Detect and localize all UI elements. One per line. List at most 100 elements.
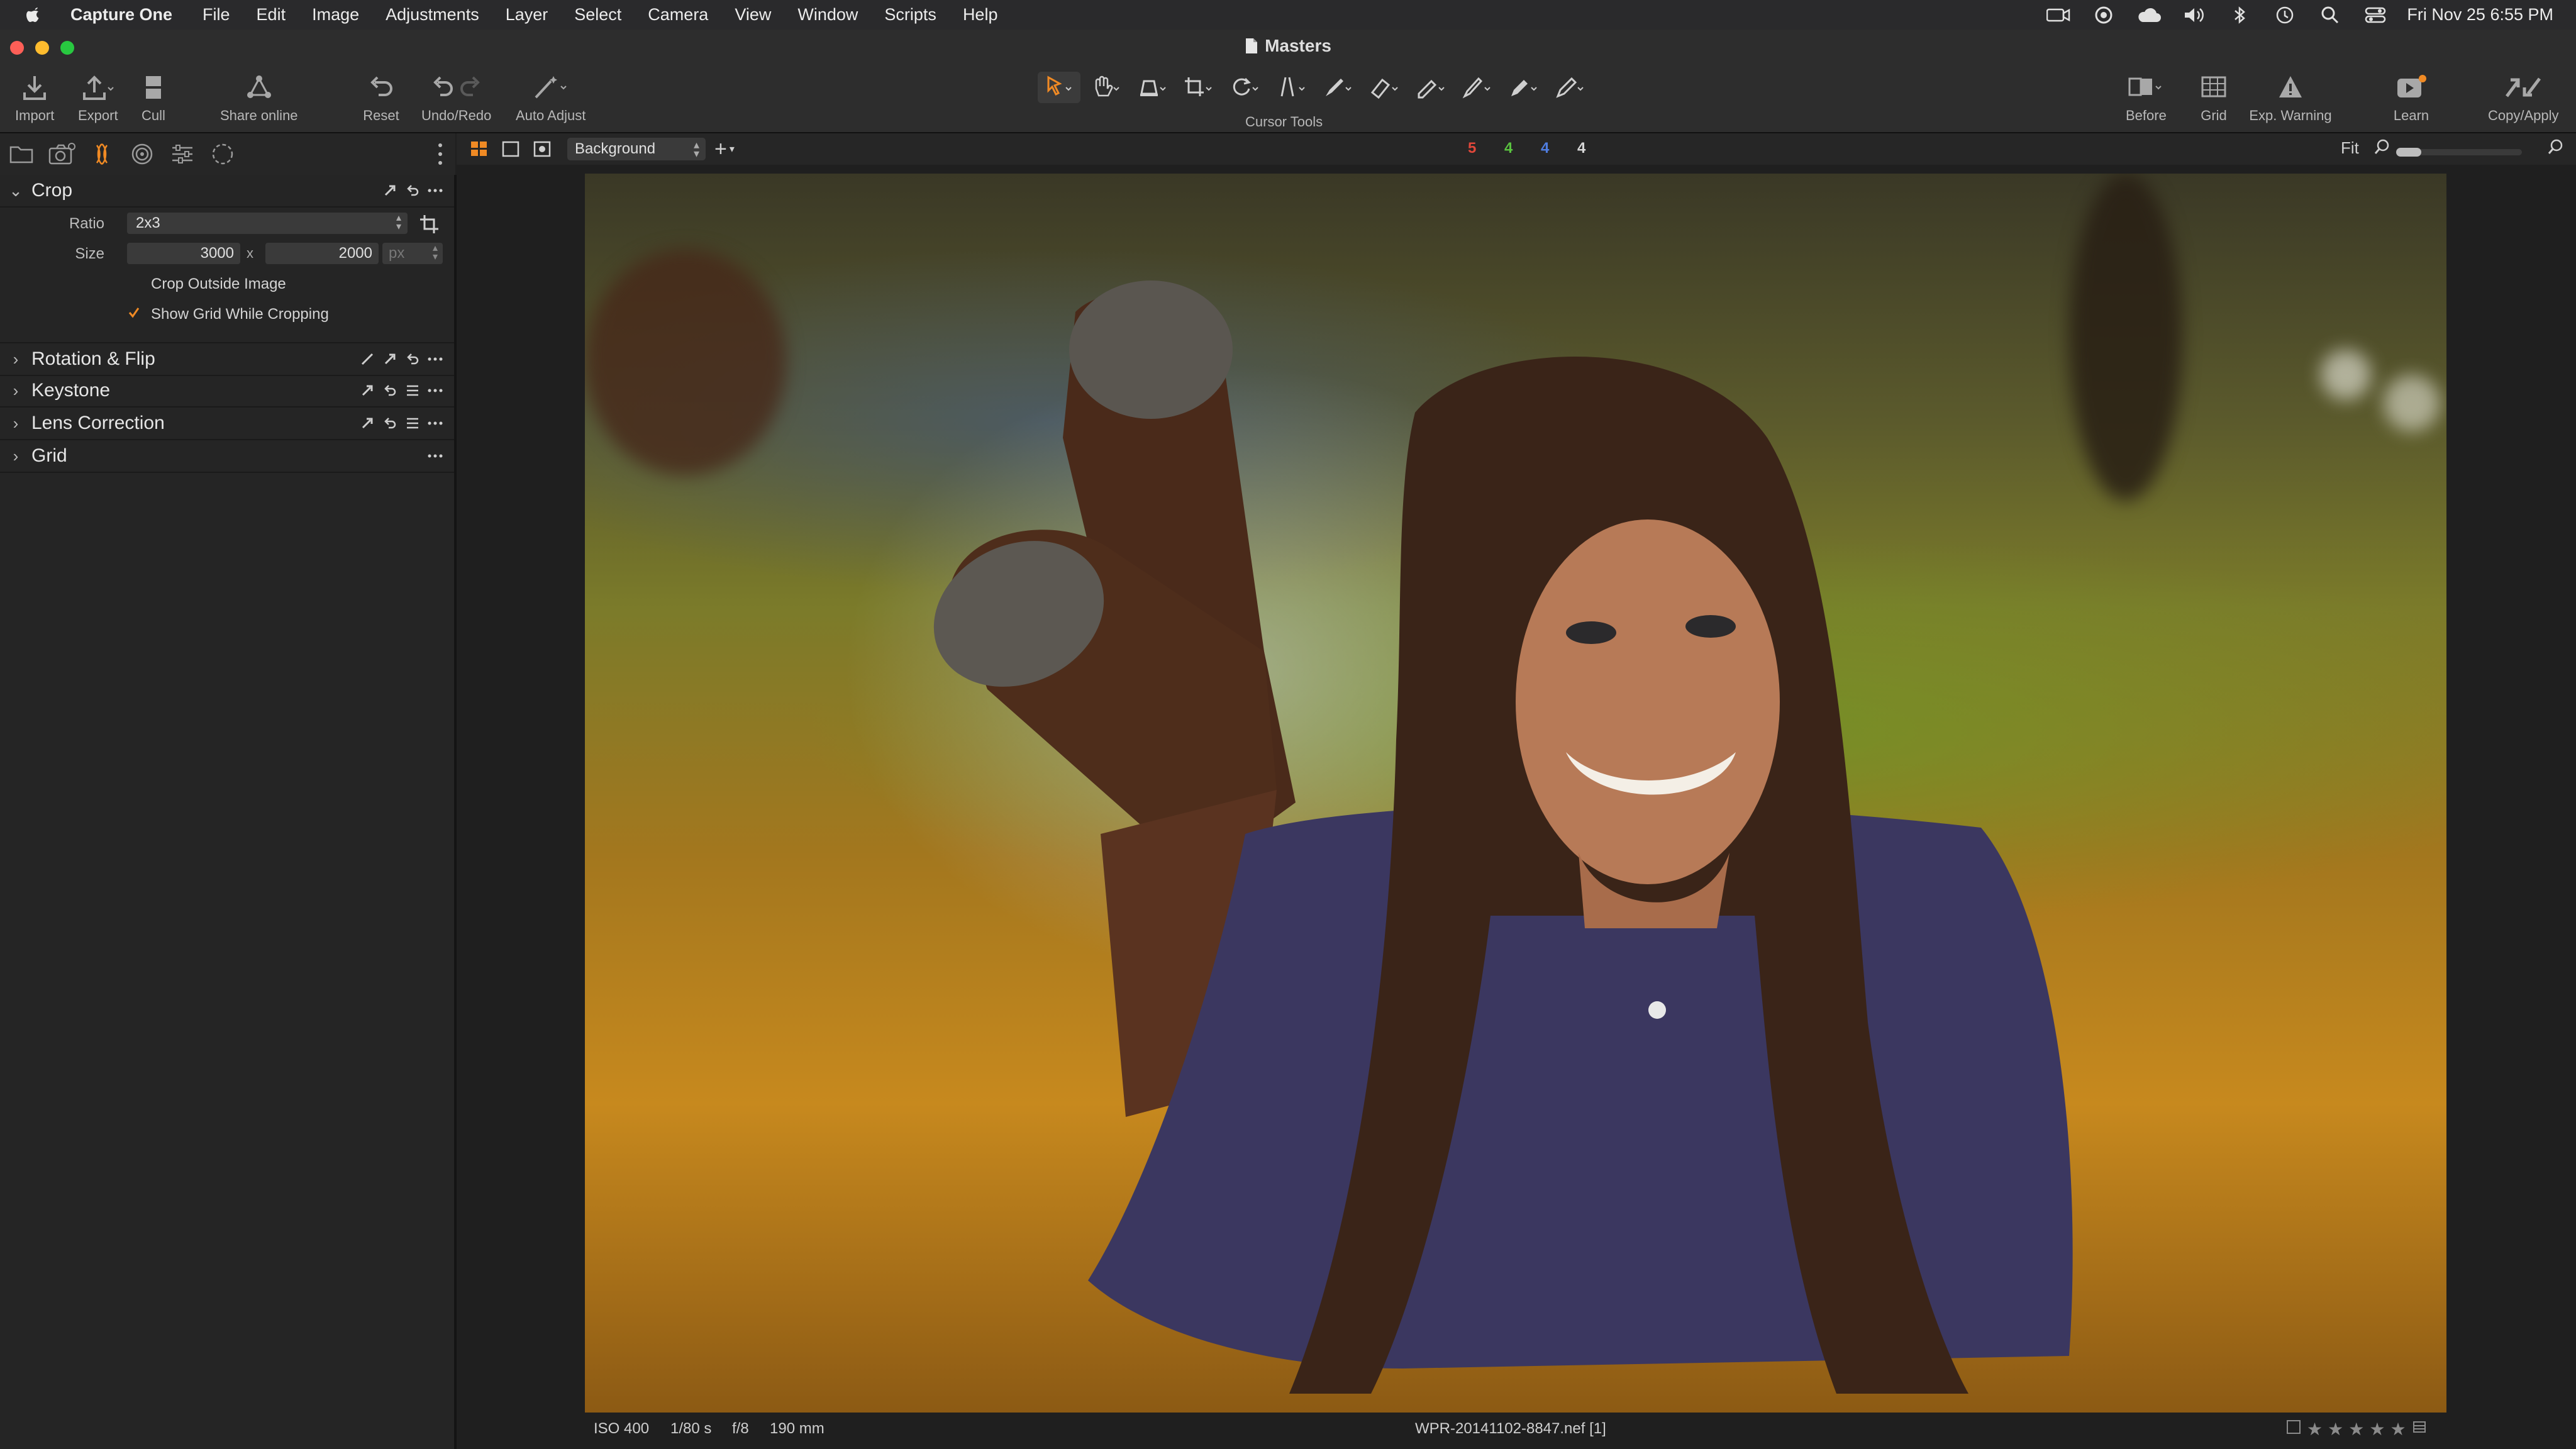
tab-adjustments[interactable] <box>204 136 242 172</box>
reset-button[interactable]: Reset <box>362 70 400 124</box>
keystone-section-header[interactable]: › Keystone <box>0 375 454 408</box>
keystone-cursor-tool[interactable] <box>1270 72 1313 103</box>
tab-library[interactable] <box>3 136 40 172</box>
camera-status-icon[interactable] <box>2045 4 2072 26</box>
menu-scripts[interactable]: Scripts <box>884 5 936 25</box>
unit-select[interactable]: px ▴ ▾ <box>382 243 443 264</box>
control-center-icon[interactable] <box>2362 4 2389 26</box>
crop-more-icon[interactable] <box>428 183 443 198</box>
zoom-fit-label[interactable]: Fit <box>2341 138 2359 158</box>
zoom-out-icon[interactable] <box>2373 138 2391 159</box>
spotlight-search-icon[interactable] <box>2316 4 2344 26</box>
add-layer-button[interactable]: + ▾ <box>714 137 735 162</box>
menu-layer[interactable]: Layer <box>506 5 548 25</box>
crop-mask-cursor-tool[interactable] <box>1131 72 1174 103</box>
color-tag-icon[interactable] <box>2285 1419 2302 1440</box>
multi-view-toggle[interactable] <box>465 136 493 162</box>
zoom-slider[interactable] <box>2396 148 2522 157</box>
rating-star-1[interactable]: ★ <box>2307 1419 2323 1440</box>
rotation-more-icon[interactable] <box>428 352 443 367</box>
undo-redo-button[interactable]: Undo/Redo <box>421 70 491 124</box>
crop-reset-icon[interactable] <box>405 183 420 198</box>
menu-select[interactable]: Select <box>574 5 621 25</box>
chevron-right-icon[interactable]: › <box>5 447 26 466</box>
zoom-in-icon[interactable] <box>2547 138 2565 159</box>
color-picker-cursor-tool[interactable] <box>1502 72 1545 103</box>
tab-lens-crop[interactable] <box>83 136 121 172</box>
rotation-reset-icon[interactable] <box>405 352 420 367</box>
keystone-more-icon[interactable] <box>428 383 443 398</box>
menu-adjustments[interactable]: Adjustments <box>386 5 479 25</box>
menu-file[interactable]: File <box>203 5 230 25</box>
lens-reset-icon[interactable] <box>382 416 397 431</box>
lens-correction-section-header[interactable]: › Lens Correction <box>0 408 454 440</box>
crop-width-input[interactable]: 3000 <box>127 243 240 264</box>
gradient-cursor-tool[interactable] <box>1409 72 1452 103</box>
more-tabs-icon[interactable] <box>433 140 448 169</box>
export-button[interactable]: Export <box>78 70 118 124</box>
eraser-cursor-tool[interactable] <box>1363 72 1406 103</box>
import-button[interactable]: Import <box>15 70 54 124</box>
stack-icon[interactable] <box>2411 1419 2428 1440</box>
chevron-right-icon[interactable]: › <box>5 414 26 433</box>
rating-star-2[interactable]: ★ <box>2328 1419 2343 1440</box>
layer-select[interactable]: Background ▴ ▾ <box>567 138 706 160</box>
creative-cloud-icon[interactable] <box>2090 4 2118 26</box>
crop-tool-icon[interactable] <box>419 214 440 238</box>
menu-app-name[interactable]: Capture One <box>70 5 172 25</box>
lens-auto-icon[interactable] <box>360 416 375 431</box>
crop-cursor-tool[interactable] <box>1177 72 1219 103</box>
proof-view-toggle[interactable] <box>528 136 556 162</box>
brush-cursor-tool[interactable] <box>1316 72 1359 103</box>
auto-adjust-button[interactable]: Auto Adjust <box>516 70 586 124</box>
cloud-icon[interactable] <box>2135 4 2163 26</box>
star-rating[interactable]: ★ ★ ★ ★ ★ <box>2285 1419 2428 1440</box>
chevron-right-icon[interactable]: › <box>5 381 26 401</box>
chevron-down-icon[interactable]: ⌄ <box>5 181 26 201</box>
select-cursor-tool[interactable] <box>1038 72 1080 103</box>
pan-cursor-tool[interactable] <box>1084 72 1127 103</box>
menu-view[interactable]: View <box>735 5 771 25</box>
menu-clock[interactable]: Fri Nov 25 6:55 PM <box>2407 5 2553 25</box>
volume-icon[interactable] <box>2180 4 2208 26</box>
menu-window[interactable]: Window <box>797 5 858 25</box>
main-photo[interactable] <box>585 174 2446 1414</box>
heal-cursor-tool[interactable] <box>1455 72 1498 103</box>
cull-button[interactable]: Cull <box>135 70 172 124</box>
rating-star-3[interactable]: ★ <box>2348 1419 2364 1440</box>
menu-help[interactable]: Help <box>963 5 998 25</box>
annotate-cursor-tool[interactable] <box>1548 72 1591 103</box>
ratio-select[interactable]: 2x3 ▴ ▾ <box>127 213 408 234</box>
chevron-right-icon[interactable]: › <box>5 350 26 369</box>
tab-color[interactable] <box>123 136 161 172</box>
before-button[interactable]: Before <box>2126 70 2167 124</box>
crop-outside-checkbox[interactable] <box>126 274 142 291</box>
grid-more-icon[interactable] <box>428 448 443 464</box>
menu-camera[interactable]: Camera <box>648 5 708 25</box>
rotation-auto-icon[interactable] <box>382 352 397 367</box>
keystone-auto-icon[interactable] <box>360 383 375 398</box>
grid-section-header[interactable]: › Grid <box>0 440 454 473</box>
crop-section-header[interactable]: ⌄ Crop <box>0 175 454 208</box>
rotate-cursor-tool[interactable] <box>1223 72 1266 103</box>
rating-star-4[interactable]: ★ <box>2369 1419 2385 1440</box>
keystone-reset-icon[interactable] <box>382 383 397 398</box>
rotation-section-header[interactable]: › Rotation & Flip <box>0 342 454 376</box>
time-machine-icon[interactable] <box>2271 4 2299 26</box>
menu-image[interactable]: Image <box>312 5 359 25</box>
copy-apply-button[interactable]: Copy/Apply <box>2488 70 2559 124</box>
menu-edit[interactable]: Edit <box>257 5 286 25</box>
straighten-icon[interactable] <box>360 352 375 367</box>
learn-button[interactable]: Learn <box>2392 70 2430 124</box>
crop-height-input[interactable]: 2000 <box>265 243 379 264</box>
keystone-presets-icon[interactable] <box>405 383 420 398</box>
show-grid-checkbox[interactable] <box>126 304 142 321</box>
lens-presets-icon[interactable] <box>405 416 420 431</box>
tab-details[interactable] <box>164 136 201 172</box>
bluetooth-icon[interactable] <box>2226 4 2253 26</box>
apple-menu-icon[interactable] <box>21 2 48 28</box>
rating-star-5[interactable]: ★ <box>2390 1419 2406 1440</box>
crop-auto-icon[interactable] <box>382 183 397 198</box>
grid-button[interactable]: Grid <box>2195 70 2233 124</box>
single-view-toggle[interactable] <box>497 136 525 162</box>
